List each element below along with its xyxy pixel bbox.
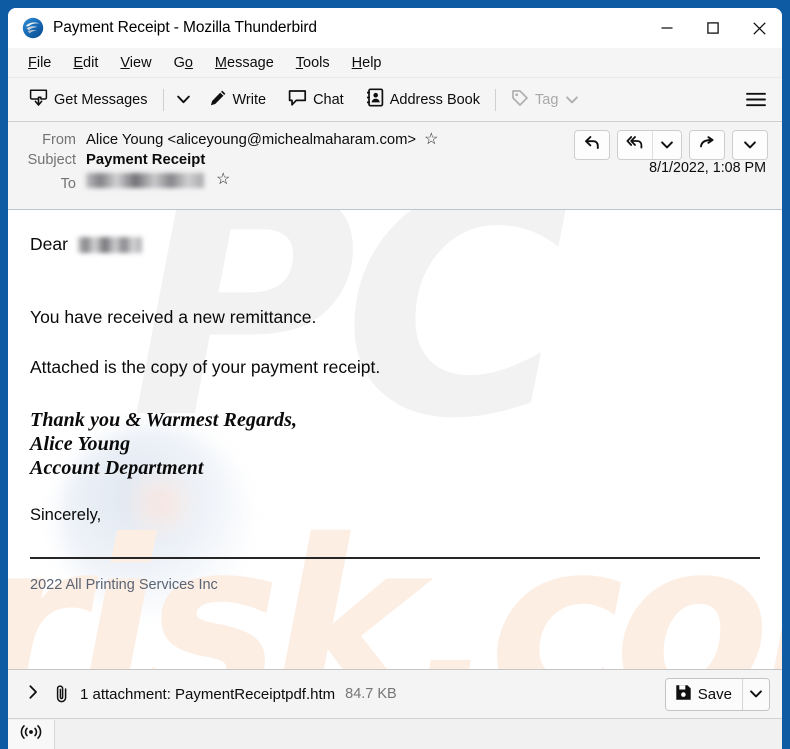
email-body-content: Dear You have received a new remittance.… <box>8 210 782 557</box>
message-date: 8/1/2022, 1:08 PM <box>649 160 766 176</box>
reply-all-button[interactable] <box>618 131 652 159</box>
menu-message[interactable]: Message <box>207 52 282 74</box>
reply-all-group <box>617 130 682 160</box>
to-value-redacted <box>86 172 204 188</box>
signature-line-2: Alice Young <box>30 432 131 455</box>
write-label: Write <box>232 91 267 108</box>
titlebar-left: Payment Receipt - Mozilla Thunderbird <box>8 17 317 39</box>
greeting-line: Dear <box>30 234 760 255</box>
forward-arrow-icon <box>699 135 716 155</box>
body-line-1: You have received a new remittance. <box>30 306 317 327</box>
thunderbird-logo-icon <box>22 17 44 39</box>
forward-button[interactable] <box>690 131 724 159</box>
body-line-2: Attached is the copy of your payment rec… <box>30 357 381 378</box>
subject-value: Payment Receipt <box>86 152 206 168</box>
chevron-down-icon <box>744 136 756 154</box>
attachment-bar: 1 attachment: PaymentReceiptpdf.htm 84.7… <box>8 669 782 718</box>
body-spacer-1 <box>30 255 760 307</box>
close-button[interactable] <box>736 8 782 48</box>
chevron-down-icon <box>661 136 673 154</box>
more-actions-group <box>732 130 768 160</box>
get-messages-button[interactable]: Get Messages <box>22 83 155 116</box>
body-spacer-5 <box>30 525 760 557</box>
maximize-button[interactable] <box>690 8 736 48</box>
address-book-icon <box>366 88 384 111</box>
address-book-label: Address Book <box>389 91 480 108</box>
save-label: Save <box>697 685 732 703</box>
broadcast-status-icon <box>20 724 42 745</box>
chat-label: Chat <box>313 91 344 108</box>
from-value-group: Alice Young <aliceyoung@michealmaharam.c… <box>86 132 438 149</box>
menubar: File Edit View Go Message Tools Help <box>8 48 782 78</box>
menu-file[interactable]: File <box>20 52 59 74</box>
statusbar <box>8 718 782 749</box>
from-label: From <box>42 132 76 148</box>
reply-all-icon <box>626 135 644 155</box>
body-spacer-3 <box>30 378 760 408</box>
main-toolbar: Get Messages Write Chat Address Book Tag <box>8 78 782 122</box>
attachment-label[interactable]: 1 attachment: PaymentReceiptpdf.htm <box>80 686 335 703</box>
toolbar-separator-1 <box>162 88 164 111</box>
to-label: To <box>60 175 76 192</box>
from-value: Alice Young <aliceyoung@michealmaharam.c… <box>86 132 417 148</box>
attachment-expand-button[interactable] <box>22 681 44 707</box>
chevron-down-icon <box>750 685 762 703</box>
chat-button[interactable]: Chat <box>281 84 351 116</box>
titlebar: Payment Receipt - Mozilla Thunderbird <box>8 8 782 48</box>
thunderbird-window: Payment Receipt - Mozilla Thunderbird Fi… <box>8 8 782 749</box>
greeting-prefix: Dear <box>30 234 68 254</box>
reply-button[interactable] <box>575 131 609 159</box>
menu-view[interactable]: View <box>112 52 159 74</box>
signature-line-1: Thank you & Warmest Regards, <box>30 408 298 431</box>
from-star-icon[interactable]: ☆ <box>424 132 438 148</box>
tag-icon <box>511 89 529 111</box>
to-value-group: ☆ <box>86 172 230 188</box>
menu-tools[interactable]: Tools <box>288 52 338 74</box>
get-messages-dropdown[interactable] <box>172 85 196 115</box>
toolbar-separator-2 <box>495 88 496 111</box>
save-dropdown-button[interactable] <box>742 678 769 710</box>
chevron-right-icon <box>29 684 38 704</box>
save-button-group: Save <box>664 677 770 711</box>
menu-edit[interactable]: Edit <box>65 52 106 74</box>
attachment-size: 84.7 KB <box>345 686 397 702</box>
message-header-pane: From Alice Young <aliceyoung@michealmaha… <box>8 122 782 210</box>
floppy-save-icon <box>675 684 692 705</box>
window-title: Payment Receipt - Mozilla Thunderbird <box>53 19 317 36</box>
get-messages-icon <box>29 88 48 111</box>
menu-help[interactable]: Help <box>344 52 390 74</box>
chat-bubble-icon <box>288 89 307 111</box>
pencil-write-icon <box>209 89 227 111</box>
save-button[interactable]: Save <box>665 678 742 710</box>
minimize-button[interactable] <box>644 8 690 48</box>
body-spacer-4 <box>30 480 760 506</box>
message-body-pane: PC risk.com Dear You have received a new… <box>8 210 782 669</box>
to-star-icon[interactable]: ☆ <box>216 172 230 188</box>
tag-chevron-down-icon <box>566 92 579 108</box>
menu-go[interactable]: Go <box>166 52 201 74</box>
message-action-buttons <box>574 130 768 160</box>
offline-status-button[interactable] <box>8 719 55 749</box>
forward-group <box>689 130 725 160</box>
app-menu-button[interactable] <box>740 85 772 115</box>
greeting-name-redacted <box>77 237 142 254</box>
write-button[interactable]: Write <box>202 84 274 116</box>
reply-all-dropdown-button[interactable] <box>652 131 681 159</box>
footer-text: 2022 All Printing Services Inc <box>30 577 218 594</box>
paperclip-icon <box>54 684 70 704</box>
signature-line-3: Account Department <box>30 456 204 479</box>
tag-button[interactable]: Tag <box>504 84 585 116</box>
window-frame: Payment Receipt - Mozilla Thunderbird Fi… <box>0 0 790 749</box>
tag-label: Tag <box>535 91 559 108</box>
more-actions-button[interactable] <box>733 131 767 159</box>
reply-icon <box>584 135 600 155</box>
window-controls <box>644 8 782 48</box>
address-book-button[interactable]: Address Book <box>359 83 487 116</box>
reply-group <box>574 130 610 160</box>
get-messages-label: Get Messages <box>54 91 148 108</box>
body-spacer-2 <box>30 327 760 357</box>
closing-line: Sincerely, <box>30 505 102 524</box>
subject-label: Subject <box>27 152 76 168</box>
